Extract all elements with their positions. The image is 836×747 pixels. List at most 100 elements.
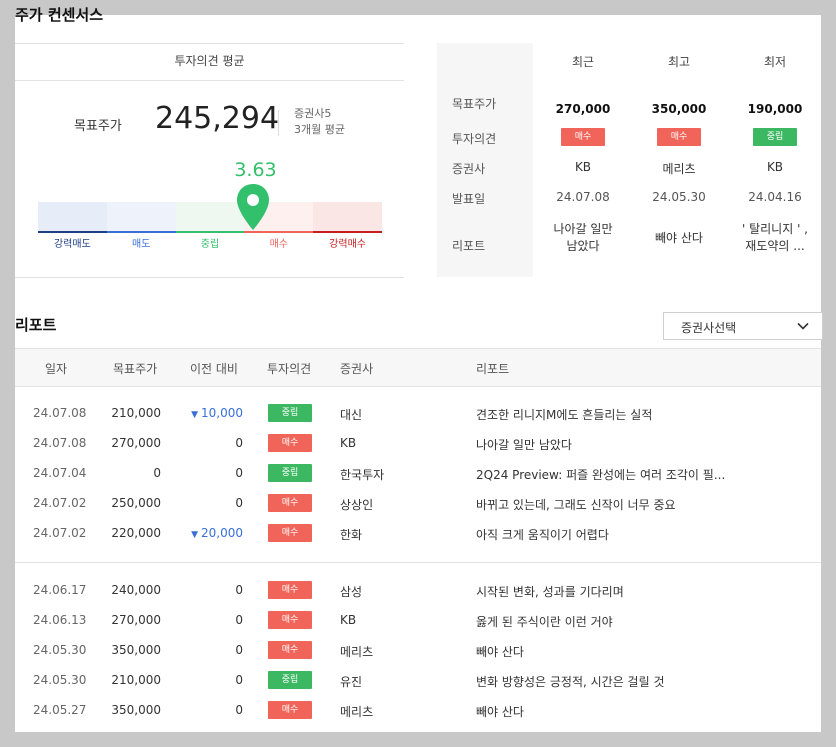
location-pin-icon: [237, 184, 270, 230]
low-report[interactable]: ' 탈리니지 ' , 재도약의 ...: [727, 221, 823, 255]
cell-date: 24.05.30: [33, 643, 87, 657]
opinion-badge: 중립: [268, 464, 312, 482]
cell-report-link[interactable]: 아직 크게 움직이기 어렵다: [476, 526, 609, 543]
high-report[interactable]: 빼야 산다: [631, 230, 727, 247]
cell-change: 0: [181, 583, 243, 597]
high-firm: 메리츠: [662, 162, 696, 176]
cell-firm: 삼성: [340, 585, 363, 599]
opinion-badge: 중립: [268, 671, 312, 689]
cell-change: 0: [181, 613, 243, 627]
cell-opinion: 매수: [268, 611, 312, 629]
section-title: 주가 컨센서스: [15, 6, 104, 24]
row-label-firm: 증권사: [452, 162, 486, 176]
chevron-down-icon: [797, 322, 809, 330]
scale-segment-sell: [106, 202, 176, 232]
cell-report-link[interactable]: 변화 방향성은 긍정적, 시간은 걸릴 것: [476, 673, 665, 690]
column-header-recent: 최근: [571, 55, 595, 69]
cell-report-link[interactable]: 옳게 된 주식이란 이런 거야: [476, 613, 613, 630]
cell-target: 210,000: [111, 406, 161, 420]
cell-opinion: 매수: [268, 581, 312, 599]
low-date: 24.04.16: [748, 190, 802, 204]
table-row[interactable]: 24.06.17 240,000 0 매수 삼성 시작된 변화, 성과를 기다리며: [15, 576, 821, 606]
opinion-badge: 매수: [268, 611, 312, 629]
opinion-badge: 중립: [753, 128, 797, 146]
cell-target: 350,000: [111, 643, 161, 657]
cell-target: 220,000: [111, 526, 161, 540]
header-opinion: 투자의견: [267, 362, 312, 376]
change-value: 0: [235, 466, 243, 480]
opinion-badge: 매수: [268, 494, 312, 512]
scale-segment-strong-sell: [38, 202, 107, 232]
consensus-average: 투자의견 평균 목표주가 245,294 증권사5 3개월 평균 3.63 강력…: [15, 43, 404, 278]
cell-report-link[interactable]: 시작된 변화, 성과를 기다리며: [476, 583, 624, 600]
consensus-header: 투자의견 평균: [15, 43, 404, 81]
cell-report-link[interactable]: 나아갈 일만 남았다: [476, 436, 572, 453]
cell-date: 24.07.04: [33, 466, 87, 480]
low-target: 190,000: [747, 102, 803, 116]
cell-change: 0: [181, 436, 243, 450]
scale-label: 중립: [200, 239, 220, 250]
opinion-badge: 매수: [657, 128, 701, 146]
table-row[interactable]: 24.07.08 210,000 ▼ 10,000 중립 대신 견조한 리니지M에도 흔들리…: [15, 399, 821, 429]
table-row[interactable]: 24.05.30 350,000 0 매수 메리츠 빼야 산다: [15, 636, 821, 666]
table-row[interactable]: 24.07.02 250,000 0 매수 상상인 바뀌고 있는데, 그래도 신작이 너무…: [15, 489, 821, 519]
consensus-table: 최근 최고 최저 목표주가 투자의견 증권사 발표일 리포트 270,000 매…: [437, 43, 821, 277]
cell-firm: 메리츠: [340, 705, 374, 719]
report-line: 빼야 산다: [655, 231, 703, 245]
cell-date: 24.05.27: [33, 703, 87, 717]
table-row[interactable]: 24.07.08 270,000 0 매수 KB 나아갈 일만 남았다: [15, 429, 821, 459]
cell-target: 0: [153, 466, 161, 480]
change-value: 0: [235, 673, 243, 687]
change-value: 0: [235, 496, 243, 510]
down-triangle-icon: ▼: [191, 410, 198, 420]
cell-opinion: 매수: [268, 641, 312, 659]
target-price-value: 245,294: [155, 101, 280, 136]
recent-report[interactable]: 나아갈 일만 남았다: [535, 221, 631, 255]
cell-date: 24.07.08: [33, 436, 87, 450]
average-period: 3개월 평균: [294, 123, 345, 136]
scale-segment-neutral: [175, 202, 245, 232]
cell-opinion: 매수: [268, 701, 312, 719]
cell-opinion: 중립: [268, 671, 312, 689]
cell-target: 210,000: [111, 673, 161, 687]
opinion-badge: 중립: [268, 404, 312, 422]
report-section-title: 리포트: [15, 316, 57, 334]
scale-segment-strong-buy: [313, 202, 382, 232]
cell-report-link[interactable]: 2Q24 Preview: 퍼즐 완성에는 여러 조각이 필...: [476, 466, 725, 483]
recent-target: 270,000: [555, 102, 611, 116]
opinion-badge: 매수: [268, 434, 312, 452]
table-row[interactable]: 24.05.27 350,000 0 매수 메리츠 빼야 산다: [15, 696, 821, 726]
opinion-badge: 매수: [268, 641, 312, 659]
cell-report-link[interactable]: 빼야 산다: [476, 703, 524, 720]
cell-change: 0: [181, 643, 243, 657]
change-value: 10,000: [201, 406, 243, 420]
cell-report-link[interactable]: 빼야 산다: [476, 643, 524, 660]
change-value: 0: [235, 613, 243, 627]
cell-change: 0: [181, 466, 243, 480]
opinion-badge: 매수: [268, 524, 312, 542]
table-row[interactable]: 24.07.02 220,000 ▼ 20,000 매수 한화 아직 크게 움직이기 어렵다: [15, 519, 821, 549]
table-row[interactable]: 24.06.13 270,000 0 매수 KB 옳게 된 주식이란 이런 거야: [15, 606, 821, 636]
cell-report-link[interactable]: 견조한 리니지M에도 흔들리는 실적: [476, 406, 652, 423]
table-row[interactable]: 24.05.30 210,000 0 중립 유진 변화 방향성은 긍정적, 시간은 걸릴 …: [15, 666, 821, 696]
cell-change: 0: [181, 703, 243, 717]
report-line: 재도약의 ...: [745, 239, 805, 253]
divider: [278, 110, 279, 136]
report-line: 나아갈 일만: [553, 222, 613, 236]
opinion-score: 3.63: [234, 159, 277, 181]
cell-date: 24.07.08: [33, 406, 87, 420]
cell-firm: 메리츠: [340, 645, 374, 659]
firm-select-dropdown[interactable]: 증권사선택: [663, 312, 823, 340]
change-value: 0: [235, 703, 243, 717]
scale-label: 매도: [131, 239, 151, 250]
table-row[interactable]: 24.07.04 0 0 중립 한국투자 2Q24 Preview: 퍼즐 완성에는 여러…: [15, 459, 821, 489]
high-date: 24.05.30: [652, 190, 706, 204]
opinion-badge: 매수: [561, 128, 605, 146]
cell-firm: 한화: [340, 528, 363, 542]
cell-opinion: 중립: [268, 404, 312, 422]
target-price-label: 목표주가: [74, 119, 122, 134]
report-table-header: 일자 목표주가 이전 대비 투자의견 증권사 리포트: [15, 348, 821, 387]
scale-label: 강력매수: [329, 239, 366, 250]
cell-firm: 상상인: [340, 498, 374, 512]
cell-report-link[interactable]: 바뀌고 있는데, 그래도 신작이 너무 중요: [476, 496, 676, 513]
